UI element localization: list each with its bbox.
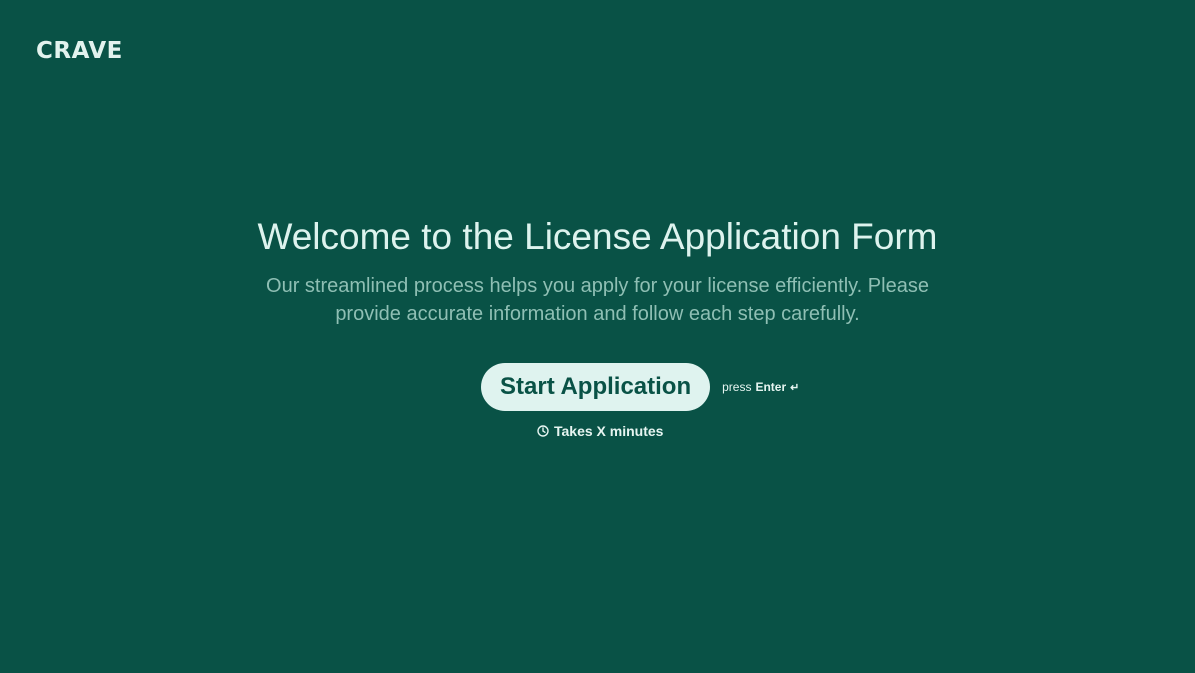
- hint-key: Enter: [755, 380, 787, 394]
- clock-icon: [537, 425, 549, 437]
- hero-section: Welcome to the License Application Form …: [0, 214, 1195, 328]
- brand-logo: CRAVE: [36, 38, 123, 64]
- duration-text: Takes X minutes: [554, 423, 664, 439]
- duration-info: Takes X minutes: [537, 423, 663, 439]
- page-subtitle: Our streamlined process helps you apply …: [266, 275, 929, 325]
- keyboard-hint: press Enter ↵: [722, 380, 799, 394]
- start-application-button[interactable]: Start Application: [481, 363, 711, 411]
- cta-row: Start Application press Enter ↵: [481, 363, 799, 411]
- enter-icon: ↵: [790, 381, 800, 394]
- hint-prefix: press: [722, 380, 752, 394]
- page-title: Welcome to the License Application Form: [257, 216, 938, 257]
- welcome-page: CRAVE Welcome to the License Application…: [0, 0, 1195, 673]
